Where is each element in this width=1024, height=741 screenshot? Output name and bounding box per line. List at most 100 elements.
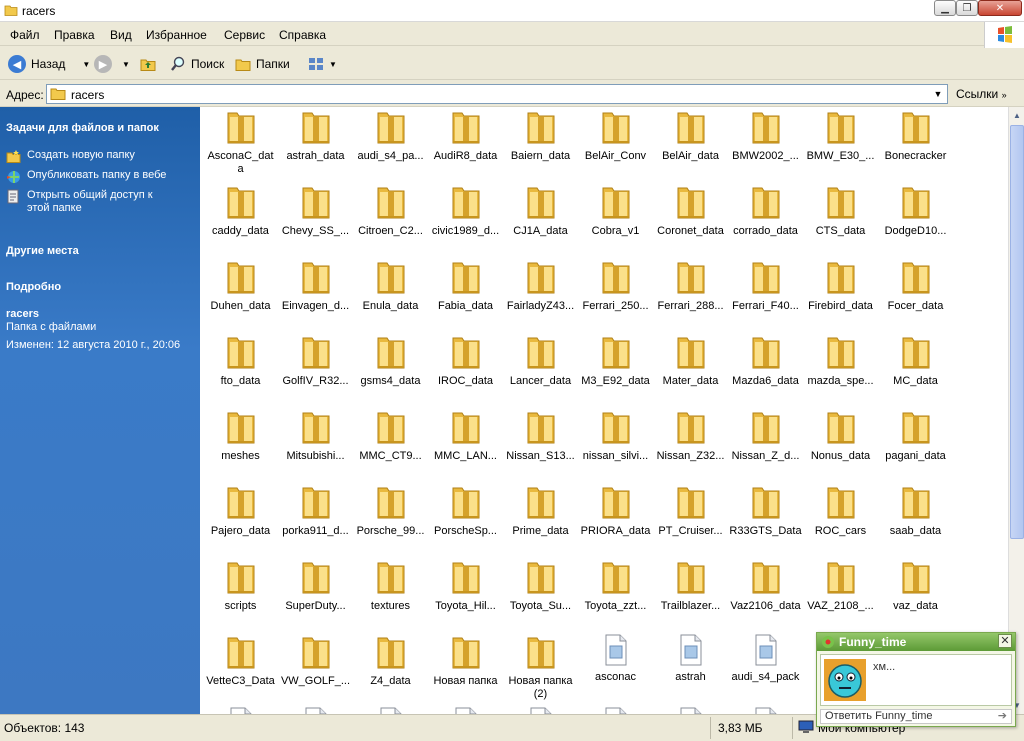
- folder-item[interactable]: Duhen_data: [203, 259, 278, 313]
- file-item[interactable]: [353, 707, 428, 714]
- folder-item[interactable]: BMW2002_...: [728, 109, 803, 163]
- tasks-heading[interactable]: Задачи для файлов и папок: [6, 122, 159, 134]
- folder-item[interactable]: VetteC3_Data: [203, 634, 278, 688]
- folder-item[interactable]: Porsche_99...: [353, 484, 428, 538]
- folder-item[interactable]: SuperDuty...: [278, 559, 353, 613]
- file-item[interactable]: audi_s4_pack: [728, 634, 803, 684]
- file-item[interactable]: asconac: [578, 634, 653, 684]
- views-button[interactable]: ▼: [308, 53, 337, 75]
- menu-tools[interactable]: Сервис: [224, 28, 265, 42]
- folder-item[interactable]: VAZ_2108_...: [803, 559, 878, 613]
- menu-file[interactable]: Файл: [10, 28, 40, 42]
- folder-item[interactable]: Новая папка: [428, 634, 503, 688]
- folder-item[interactable]: Baiern_data: [503, 109, 578, 163]
- folder-item[interactable]: textures: [353, 559, 428, 613]
- forward-button[interactable]: ▶ ▼: [94, 53, 130, 75]
- folder-item[interactable]: Coronet_data: [653, 184, 728, 238]
- folder-item[interactable]: caddy_data: [203, 184, 278, 238]
- folder-item[interactable]: scripts: [203, 559, 278, 613]
- folder-item[interactable]: Ferrari_F40...: [728, 259, 803, 313]
- file-list[interactable]: AsconaC_dat a astrah_data audi_s4_pa... Audi…: [200, 107, 1008, 714]
- create-folder-link[interactable]: Создать новую папку: [6, 149, 196, 164]
- chevron-down-icon[interactable]: ▼: [82, 60, 90, 69]
- title-bar[interactable]: racers ▁ ❐ ✕: [0, 0, 1024, 22]
- publish-folder-link[interactable]: Опубликовать папку в вебе: [6, 169, 196, 184]
- folder-item[interactable]: CTS_data: [803, 184, 878, 238]
- scroll-thumb[interactable]: [1010, 125, 1024, 539]
- folder-item[interactable]: Citroen_C2...: [353, 184, 428, 238]
- folder-item[interactable]: Trailblazer...: [653, 559, 728, 613]
- folder-item[interactable]: Pajero_data: [203, 484, 278, 538]
- folder-item[interactable]: vaz_data: [878, 559, 953, 613]
- folder-item[interactable]: VW_GOLF_...: [278, 634, 353, 688]
- up-folder-button[interactable]: [140, 53, 156, 75]
- folder-item[interactable]: PRIORA_data: [578, 484, 653, 538]
- folder-item[interactable]: Fabia_data: [428, 259, 503, 313]
- file-item[interactable]: [653, 707, 728, 714]
- chevron-down-icon[interactable]: ▼: [122, 60, 130, 69]
- folder-item[interactable]: M3_E92_data: [578, 334, 653, 388]
- file-item[interactable]: [278, 707, 353, 714]
- minimize-button[interactable]: ▁: [934, 0, 956, 16]
- folder-item[interactable]: IROC_data: [428, 334, 503, 388]
- folder-item[interactable]: Focer_data: [878, 259, 953, 313]
- send-arrow-icon[interactable]: ➔: [998, 710, 1007, 723]
- other-places-heading[interactable]: Другие места: [6, 245, 79, 257]
- file-item[interactable]: [728, 707, 803, 714]
- folders-button[interactable]: Папки: [235, 53, 290, 75]
- close-icon[interactable]: ✕: [998, 634, 1012, 648]
- menu-help[interactable]: Справка: [279, 28, 326, 42]
- folder-item[interactable]: BelAir_data: [653, 109, 728, 163]
- search-button[interactable]: Поиск: [170, 53, 224, 75]
- folder-item[interactable]: Lancer_data: [503, 334, 578, 388]
- folder-item[interactable]: saab_data: [878, 484, 953, 538]
- folder-item[interactable]: Новая папка (2): [503, 634, 578, 701]
- links-button[interactable]: Ссылки »: [956, 87, 1007, 101]
- folder-item[interactable]: porka911_d...: [278, 484, 353, 538]
- folder-item[interactable]: Nonus_data: [803, 409, 878, 463]
- file-item[interactable]: astrah: [653, 634, 728, 684]
- menu-favorites[interactable]: Избранное: [146, 28, 207, 42]
- folder-item[interactable]: Cobra_v1: [578, 184, 653, 238]
- folder-item[interactable]: FairladyZ43...: [503, 259, 578, 313]
- folder-item[interactable]: MMC_CT9...: [353, 409, 428, 463]
- folder-item[interactable]: Z4_data: [353, 634, 428, 688]
- folder-item[interactable]: Vaz2106_data: [728, 559, 803, 613]
- maximize-button[interactable]: ❐: [956, 0, 978, 16]
- folder-item[interactable]: Nissan_Z_d...: [728, 409, 803, 463]
- folder-item[interactable]: gsms4_data: [353, 334, 428, 388]
- folder-item[interactable]: Bonecracker: [878, 109, 953, 163]
- folder-item[interactable]: pagani_data: [878, 409, 953, 463]
- reply-input[interactable]: Ответить Funny_time ➔: [820, 709, 1012, 724]
- folder-item[interactable]: CJ1A_data: [503, 184, 578, 238]
- folder-item[interactable]: PT_Cruiser...: [653, 484, 728, 538]
- folder-item[interactable]: astrah_data: [278, 109, 353, 163]
- folder-item[interactable]: Toyota_Hil...: [428, 559, 503, 613]
- folder-item[interactable]: Ferrari_250...: [578, 259, 653, 313]
- folder-item[interactable]: Toyota_zzt...: [578, 559, 653, 613]
- folder-item[interactable]: mazda_spe...: [803, 334, 878, 388]
- share-folder-link[interactable]: Открыть общий доступ к этой папке: [6, 189, 196, 215]
- folder-item[interactable]: Prime_data: [503, 484, 578, 538]
- im-notification[interactable]: Funny_time ✕ хм... Ответить Funny_time ➔: [816, 632, 1016, 727]
- close-button[interactable]: ✕: [978, 0, 1022, 16]
- folder-item[interactable]: meshes: [203, 409, 278, 463]
- details-heading[interactable]: Подробно: [6, 281, 61, 293]
- folder-item[interactable]: MC_data: [878, 334, 953, 388]
- folder-item[interactable]: ROC_cars: [803, 484, 878, 538]
- folder-item[interactable]: AsconaC_dat a: [203, 109, 278, 176]
- folder-item[interactable]: Mazda6_data: [728, 334, 803, 388]
- file-item[interactable]: [428, 707, 503, 714]
- folder-item[interactable]: R33GTS_Data: [728, 484, 803, 538]
- file-item[interactable]: [503, 707, 578, 714]
- folder-item[interactable]: Nissan_Z32...: [653, 409, 728, 463]
- folder-item[interactable]: Mater_data: [653, 334, 728, 388]
- folder-item[interactable]: AudiR8_data: [428, 109, 503, 163]
- folder-item[interactable]: Mitsubishi...: [278, 409, 353, 463]
- folder-item[interactable]: DodgeD10...: [878, 184, 953, 238]
- folder-item[interactable]: Enula_data: [353, 259, 428, 313]
- scroll-up-icon[interactable]: ▲: [1010, 108, 1024, 123]
- folder-item[interactable]: Chevy_SS_...: [278, 184, 353, 238]
- folder-item[interactable]: civic1989_d...: [428, 184, 503, 238]
- file-item[interactable]: [203, 707, 278, 714]
